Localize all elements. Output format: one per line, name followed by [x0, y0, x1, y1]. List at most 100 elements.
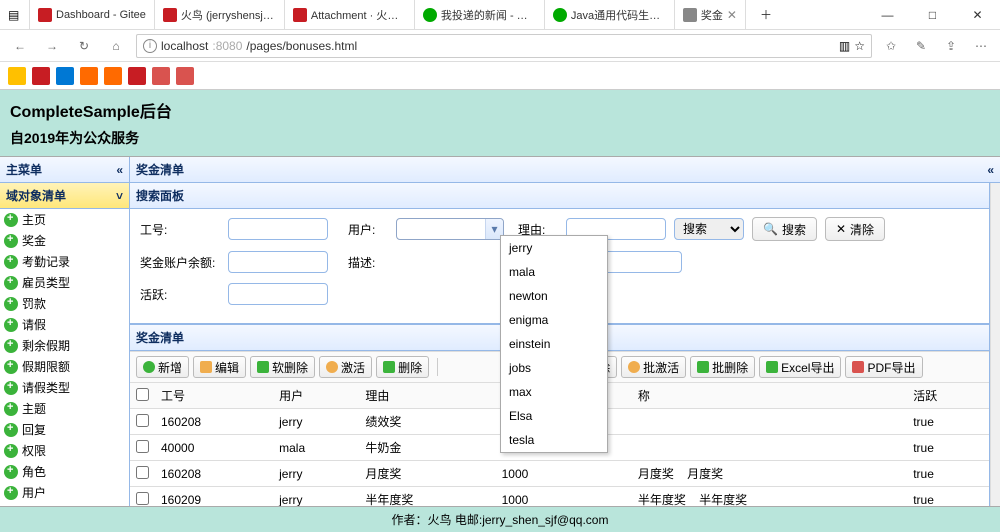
sidebar-item[interactable]: 角色 — [0, 461, 129, 482]
sidebar-domain-list[interactable]: 域对象清单 ˅ — [0, 183, 129, 209]
sidebar-item[interactable]: 用户 — [0, 482, 129, 503]
column-header[interactable]: 称 — [632, 383, 907, 409]
user-combo[interactable]: ▾ — [396, 218, 504, 240]
sidebar-item[interactable]: 奖金 — [0, 230, 129, 251]
bookmark-item[interactable] — [80, 67, 98, 85]
select-all-checkbox[interactable] — [136, 388, 149, 401]
sidebar-main-menu[interactable]: 主菜单 « — [0, 157, 129, 183]
table-row[interactable]: 160208jerry月度奖1000月度奖 月度奖true — [130, 461, 989, 487]
add-button[interactable]: 新增 — [136, 356, 189, 378]
main-area: 奖金清单 « 搜索面板 工号: 用户: — [130, 157, 1000, 515]
row-checkbox[interactable] — [136, 492, 149, 505]
favorites-icon[interactable]: ✩ — [880, 35, 902, 57]
bookmark-item[interactable] — [104, 67, 122, 85]
refresh-button[interactable]: ↻ — [72, 34, 96, 58]
edit-button[interactable]: 编辑 — [193, 356, 246, 378]
browser-tab[interactable]: 火鸟 (jerryshensjf) - Git — [155, 0, 285, 29]
bookmark-item[interactable] — [8, 67, 26, 85]
cell: 月度奖 — [359, 461, 495, 487]
browser-tab[interactable]: Dashboard - Gitee — [30, 0, 155, 29]
delete-icon — [697, 361, 709, 373]
forward-button[interactable]: → — [40, 34, 64, 58]
batch-delete-button[interactable]: 批删除 — [690, 356, 755, 378]
sidebar-item[interactable]: 主题 — [0, 398, 129, 419]
row-checkbox[interactable] — [136, 466, 149, 479]
column-header[interactable]: 活跃 — [907, 383, 989, 409]
sidebar-item[interactable]: 假期限额 — [0, 356, 129, 377]
bookmark-item[interactable] — [176, 67, 194, 85]
dropdown-option[interactable]: jobs — [501, 356, 607, 380]
browser-tab[interactable]: Attachment · 火鸟/第三 — [285, 0, 415, 29]
window-icon: ▤ — [0, 0, 30, 29]
add-icon — [4, 276, 18, 290]
dropdown-option[interactable]: Elsa — [501, 404, 607, 428]
sidebar-item-label: 假期限额 — [22, 358, 70, 375]
user-combo-input[interactable] — [397, 222, 485, 236]
browser-tab[interactable]: 我投递的新闻 - MS&A( — [415, 0, 545, 29]
add-icon — [4, 339, 18, 353]
bookmark-item[interactable] — [56, 67, 74, 85]
excel-export-button[interactable]: Excel导出 — [759, 356, 841, 378]
bookmark-star-icon[interactable]: ☆ — [854, 39, 865, 53]
bookmark-item[interactable] — [152, 67, 170, 85]
dropdown-option[interactable]: mala — [501, 260, 607, 284]
active-input[interactable] — [228, 283, 328, 305]
dropdown-option[interactable]: max — [501, 380, 607, 404]
search-button[interactable]: 🔍搜索 — [752, 217, 817, 241]
chevron-down-icon[interactable]: ˅ — [116, 189, 123, 203]
browser-tabs: ▤ Dashboard - Gitee火鸟 (jerryshensjf) - G… — [0, 0, 1000, 30]
balance-input[interactable] — [228, 251, 328, 273]
sidebar-item[interactable]: 雇员类型 — [0, 272, 129, 293]
emp-id-input[interactable] — [228, 218, 328, 240]
user-dropdown[interactable]: jerrymalanewtonenigmaeinsteinjobsmaxElsa… — [500, 235, 608, 453]
sidebar-item-label: 权限 — [22, 442, 46, 459]
sidebar-item[interactable]: 剩余假期 — [0, 335, 129, 356]
row-checkbox[interactable] — [136, 414, 149, 427]
sidebar-item[interactable]: 考勤记录 — [0, 251, 129, 272]
sidebar-item[interactable]: 主页 — [0, 209, 129, 230]
sidebar-item[interactable]: 回复 — [0, 419, 129, 440]
back-button[interactable]: ← — [8, 34, 32, 58]
search-type-select[interactable]: 搜索 — [674, 218, 744, 240]
delete-button[interactable]: 删除 — [376, 356, 429, 378]
batch-activate-button[interactable]: 批激活 — [621, 356, 686, 378]
collapse-icon[interactable]: « — [987, 163, 994, 177]
minimize-button[interactable]: — — [865, 0, 910, 29]
dropdown-option[interactable]: enigma — [501, 308, 607, 332]
sidebar-item[interactable]: 请假 — [0, 314, 129, 335]
column-header[interactable]: 用户 — [273, 383, 359, 409]
clear-button[interactable]: ✕清除 — [825, 217, 885, 241]
column-header[interactable]: 工号 — [155, 383, 273, 409]
collapse-icon[interactable]: « — [116, 163, 123, 177]
softdel-button[interactable]: 软删除 — [250, 356, 315, 378]
bookmark-item[interactable] — [32, 67, 50, 85]
row-checkbox[interactable] — [136, 440, 149, 453]
dropdown-option[interactable]: einstein — [501, 332, 607, 356]
browser-tab[interactable]: 奖金✕ — [675, 0, 746, 29]
home-button[interactable]: ⌂ — [104, 34, 128, 58]
dropdown-option[interactable]: tesla — [501, 428, 607, 452]
close-icon[interactable]: ✕ — [727, 8, 737, 22]
sidebar-item-label: 请假类型 — [22, 379, 70, 396]
maximize-button[interactable]: □ — [910, 0, 955, 29]
reader-icon[interactable]: ▥ — [839, 39, 850, 53]
more-icon[interactable]: ⋯ — [970, 35, 992, 57]
column-header[interactable]: 理由 — [359, 383, 495, 409]
bookmark-item[interactable] — [128, 67, 146, 85]
new-tab-button[interactable]: ＋ — [746, 0, 786, 29]
sidebar-item[interactable]: 权限 — [0, 440, 129, 461]
pdf-export-button[interactable]: PDF导出 — [845, 356, 922, 378]
sidebar-item[interactable]: 罚款 — [0, 293, 129, 314]
close-window-button[interactable]: ✕ — [955, 0, 1000, 29]
url-field[interactable]: i localhost:8080/pages/bonuses.html ▥ ☆ — [136, 34, 872, 58]
bookmarks-bar — [0, 62, 1000, 90]
sidebar-item[interactable]: 请假类型 — [0, 377, 129, 398]
notes-icon[interactable]: ✎ — [910, 35, 932, 57]
activate-button[interactable]: 激活 — [319, 356, 372, 378]
add-icon — [4, 360, 18, 374]
dropdown-option[interactable]: jerry — [501, 236, 607, 260]
scrollbar[interactable] — [990, 183, 1000, 515]
share-icon[interactable]: ⇪ — [940, 35, 962, 57]
browser-tab[interactable]: Java通用代码生成器光 — [545, 0, 675, 29]
dropdown-option[interactable]: newton — [501, 284, 607, 308]
